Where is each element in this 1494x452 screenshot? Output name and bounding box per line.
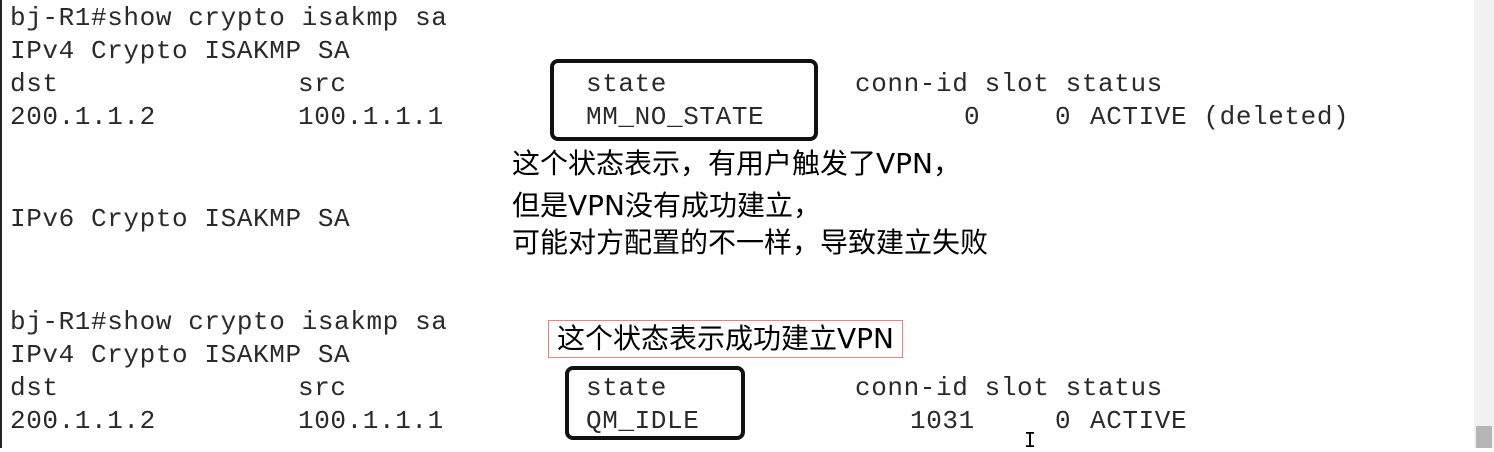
section-title-ipv4-2: IPv4 Crypto ISAKMP SA bbox=[10, 340, 351, 370]
row-conn-id-2: 1031 bbox=[910, 406, 975, 436]
header-dst-1: dst bbox=[10, 69, 59, 99]
row-dst-1: 200.1.1.2 bbox=[10, 102, 156, 132]
highlight-box-qm-idle bbox=[565, 366, 745, 440]
header-conn-slot-status-2: conn-id slot status bbox=[855, 373, 1163, 403]
annotation-success: 这个状态表示成功建立VPN bbox=[548, 320, 903, 358]
row-conn-id-1: 0 bbox=[964, 102, 981, 132]
row-slot-2: 0 bbox=[1055, 406, 1072, 436]
text-cursor-icon: I bbox=[1024, 428, 1037, 452]
row-status-2: ACTIVE bbox=[1090, 406, 1188, 436]
row-slot-1: 0 bbox=[1055, 102, 1072, 132]
annotation-line-1: 这个状态表示，有用户触发了VPN， bbox=[512, 147, 961, 180]
command-prompt-2: bj-R1#show crypto isakmp sa bbox=[10, 307, 448, 337]
highlight-box-mm-no-state bbox=[550, 59, 818, 141]
annotation-line-3: 可能对方配置的不一样，导致建立失败 bbox=[512, 226, 989, 259]
terminal-window[interactable]: bj-R1#show crypto isakmp sa IPv4 Crypto … bbox=[0, 0, 1494, 452]
scrollbar-thumb[interactable] bbox=[1476, 426, 1492, 448]
command-prompt-1: bj-R1#show crypto isakmp sa bbox=[10, 3, 448, 33]
header-src-1: src bbox=[298, 69, 347, 99]
header-dst-2: dst bbox=[10, 373, 59, 403]
row-status-1: ACTIVE (deleted) bbox=[1090, 102, 1350, 132]
header-src-2: src bbox=[298, 373, 347, 403]
vertical-scrollbar[interactable] bbox=[1474, 0, 1494, 448]
row-dst-2: 200.1.1.2 bbox=[10, 406, 156, 436]
row-src-1: 100.1.1.1 bbox=[298, 102, 444, 132]
section-title-ipv4-1: IPv4 Crypto ISAKMP SA bbox=[10, 36, 351, 66]
row-src-2: 100.1.1.1 bbox=[298, 406, 444, 436]
section-title-ipv6: IPv6 Crypto ISAKMP SA bbox=[10, 204, 351, 234]
annotation-line-2: 但是VPN没有成功建立， bbox=[512, 189, 821, 222]
header-conn-slot-status-1: conn-id slot status bbox=[855, 69, 1163, 99]
